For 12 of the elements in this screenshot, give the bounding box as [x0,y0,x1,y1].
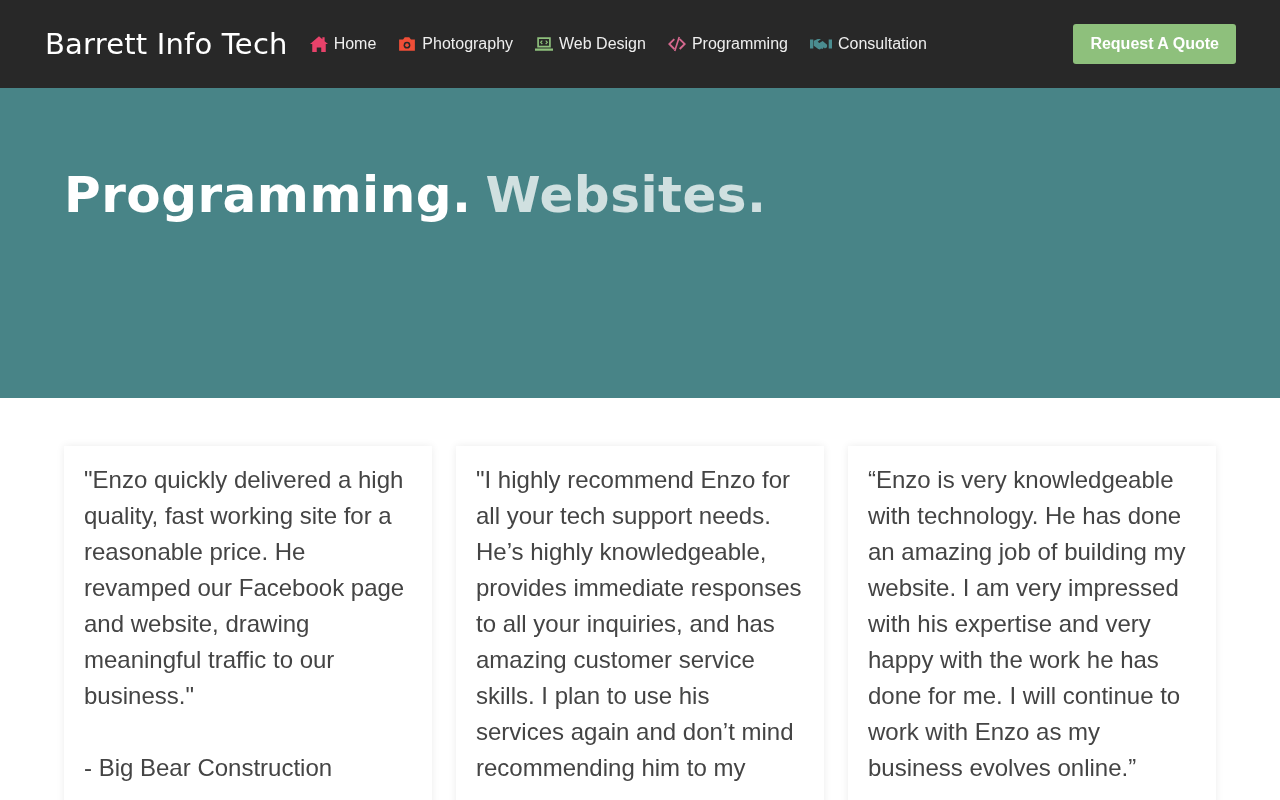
hero-heading: Programming. [64,166,472,224]
nav-link[interactable]: Consultation [809,35,927,53]
nav-link[interactable]: Home [309,35,377,53]
hero-heading: Websites. [485,166,767,224]
testimonial-author: - Big Bear Construction [84,753,334,783]
testimonial-quote: "I highly recommend Enzo for all your tech support needs. He’s highly knowledgeable, provides immediate responses to all your inquiries, and has amazing customer service skills. I plan to use his services again and don’t mind recommending him to my [476,465,803,783]
testimonial-quote: “Enzo is very knowledgeable with technology. He has done an amazing job of building my website. I am very impressed with his expertise and very happy with the work he has done for me. I will continue to work with Enzo as my business evolves online.” [868,465,1187,783]
nav-link[interactable]: Programming [667,35,788,53]
testimonial-quote: "Enzo quickly delivered a high quality, fast working site for a reasonable price. He revamped our Facebook page and website, drawing meaningful traffic to our business." [84,465,406,711]
nav-link[interactable]: Web Design [535,35,646,53]
site-logo[interactable]: Barrett Info Tech [45,27,288,61]
nav-link[interactable]: Photography [398,35,514,53]
